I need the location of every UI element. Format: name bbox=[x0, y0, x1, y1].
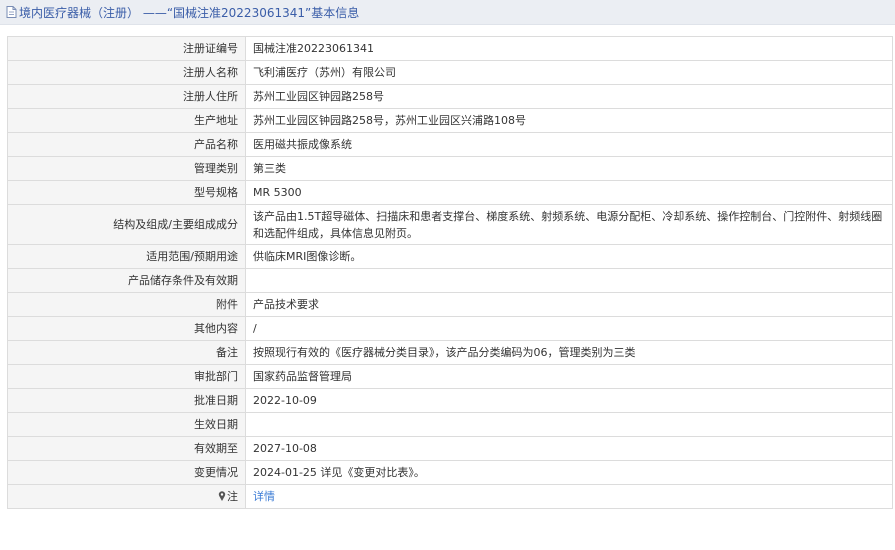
row-value: 按照现行有效的《医疗器械分类目录》，该产品分类编码为06，管理类别为三类 bbox=[245, 340, 893, 365]
row-label: 结构及组成/主要组成成分 bbox=[7, 204, 246, 245]
table-row: 产品名称 医用磁共振成像系统 bbox=[7, 132, 893, 157]
table-row: 有效期至 2027-10-08 bbox=[7, 436, 893, 461]
row-value: 飞利浦医疗（苏州）有限公司 bbox=[245, 60, 893, 85]
table-row: 注册人住所 苏州工业园区钟园路258号 bbox=[7, 84, 893, 109]
table-row: 附件 产品技术要求 bbox=[7, 292, 893, 317]
row-value: 2024-01-25 详见《变更对比表》。 bbox=[245, 460, 893, 485]
table-row: 管理类别 第三类 bbox=[7, 156, 893, 181]
table-row: 其他内容 / bbox=[7, 316, 893, 341]
row-label: 审批部门 bbox=[7, 364, 246, 389]
row-value bbox=[245, 268, 893, 293]
row-label: 管理类别 bbox=[7, 156, 246, 181]
details-link[interactable]: 详情 bbox=[253, 490, 275, 503]
row-label: 型号规格 bbox=[7, 180, 246, 205]
row-label: 适用范围/预期用途 bbox=[7, 244, 246, 269]
page-title: 境内医疗器械（注册） ——“国械注准20223061341”基本信息 bbox=[19, 5, 360, 20]
row-value: 详情 bbox=[245, 484, 893, 509]
row-label: 附件 bbox=[7, 292, 246, 317]
row-value: 供临床MRI图像诊断。 bbox=[245, 244, 893, 269]
page-header: 境内医疗器械（注册） ——“国械注准20223061341”基本信息 bbox=[0, 0, 895, 25]
table-row: 型号规格 MR 5300 bbox=[7, 180, 893, 205]
row-label: 备注 bbox=[7, 340, 246, 365]
row-value: 2027-10-08 bbox=[245, 436, 893, 461]
row-label: 其他内容 bbox=[7, 316, 246, 341]
table-row: 注册证编号 国械注准20223061341 bbox=[7, 36, 893, 61]
table-row: 产品储存条件及有效期 bbox=[7, 268, 893, 293]
row-label: 变更情况 bbox=[7, 460, 246, 485]
pin-icon bbox=[218, 491, 226, 501]
note-label: 注 bbox=[227, 490, 238, 503]
table-row: 审批部门 国家药品监督管理局 bbox=[7, 364, 893, 389]
table-row: 注 详情 bbox=[7, 484, 893, 509]
registration-info-table: 注册证编号 国械注准20223061341 注册人名称 飞利浦医疗（苏州）有限公… bbox=[7, 36, 893, 509]
row-value: MR 5300 bbox=[245, 180, 893, 205]
row-label: 有效期至 bbox=[7, 436, 246, 461]
row-label: 批准日期 bbox=[7, 388, 246, 413]
row-label: 生产地址 bbox=[7, 108, 246, 133]
row-label: 注册人名称 bbox=[7, 60, 246, 85]
table-row: 批准日期 2022-10-09 bbox=[7, 388, 893, 413]
row-value: 2022-10-09 bbox=[245, 388, 893, 413]
table-row: 结构及组成/主要组成成分 该产品由1.5T超导磁体、扫描床和患者支撑台、梯度系统… bbox=[7, 204, 893, 245]
row-value: 国家药品监督管理局 bbox=[245, 364, 893, 389]
row-value: 医用磁共振成像系统 bbox=[245, 132, 893, 157]
table-row: 变更情况 2024-01-25 详见《变更对比表》。 bbox=[7, 460, 893, 485]
row-value bbox=[245, 412, 893, 437]
row-value: / bbox=[245, 316, 893, 341]
table-row: 生产地址 苏州工业园区钟园路258号，苏州工业园区兴浦路108号 bbox=[7, 108, 893, 133]
row-label: 注册证编号 bbox=[7, 36, 246, 61]
row-label: 生效日期 bbox=[7, 412, 246, 437]
row-value: 该产品由1.5T超导磁体、扫描床和患者支撑台、梯度系统、射频系统、电源分配柜、冷… bbox=[245, 204, 893, 245]
row-value: 第三类 bbox=[245, 156, 893, 181]
table-row: 生效日期 bbox=[7, 412, 893, 437]
row-label: 注 bbox=[7, 484, 246, 509]
table-row: 备注 按照现行有效的《医疗器械分类目录》，该产品分类编码为06，管理类别为三类 bbox=[7, 340, 893, 365]
row-value: 苏州工业园区钟园路258号 bbox=[245, 84, 893, 109]
row-label: 注册人住所 bbox=[7, 84, 246, 109]
table-row: 注册人名称 飞利浦医疗（苏州）有限公司 bbox=[7, 60, 893, 85]
row-value: 苏州工业园区钟园路258号，苏州工业园区兴浦路108号 bbox=[245, 108, 893, 133]
row-label: 产品储存条件及有效期 bbox=[7, 268, 246, 293]
document-icon bbox=[6, 6, 17, 18]
row-label: 产品名称 bbox=[7, 132, 246, 157]
row-value: 产品技术要求 bbox=[245, 292, 893, 317]
table-row: 适用范围/预期用途 供临床MRI图像诊断。 bbox=[7, 244, 893, 269]
row-value: 国械注准20223061341 bbox=[245, 36, 893, 61]
